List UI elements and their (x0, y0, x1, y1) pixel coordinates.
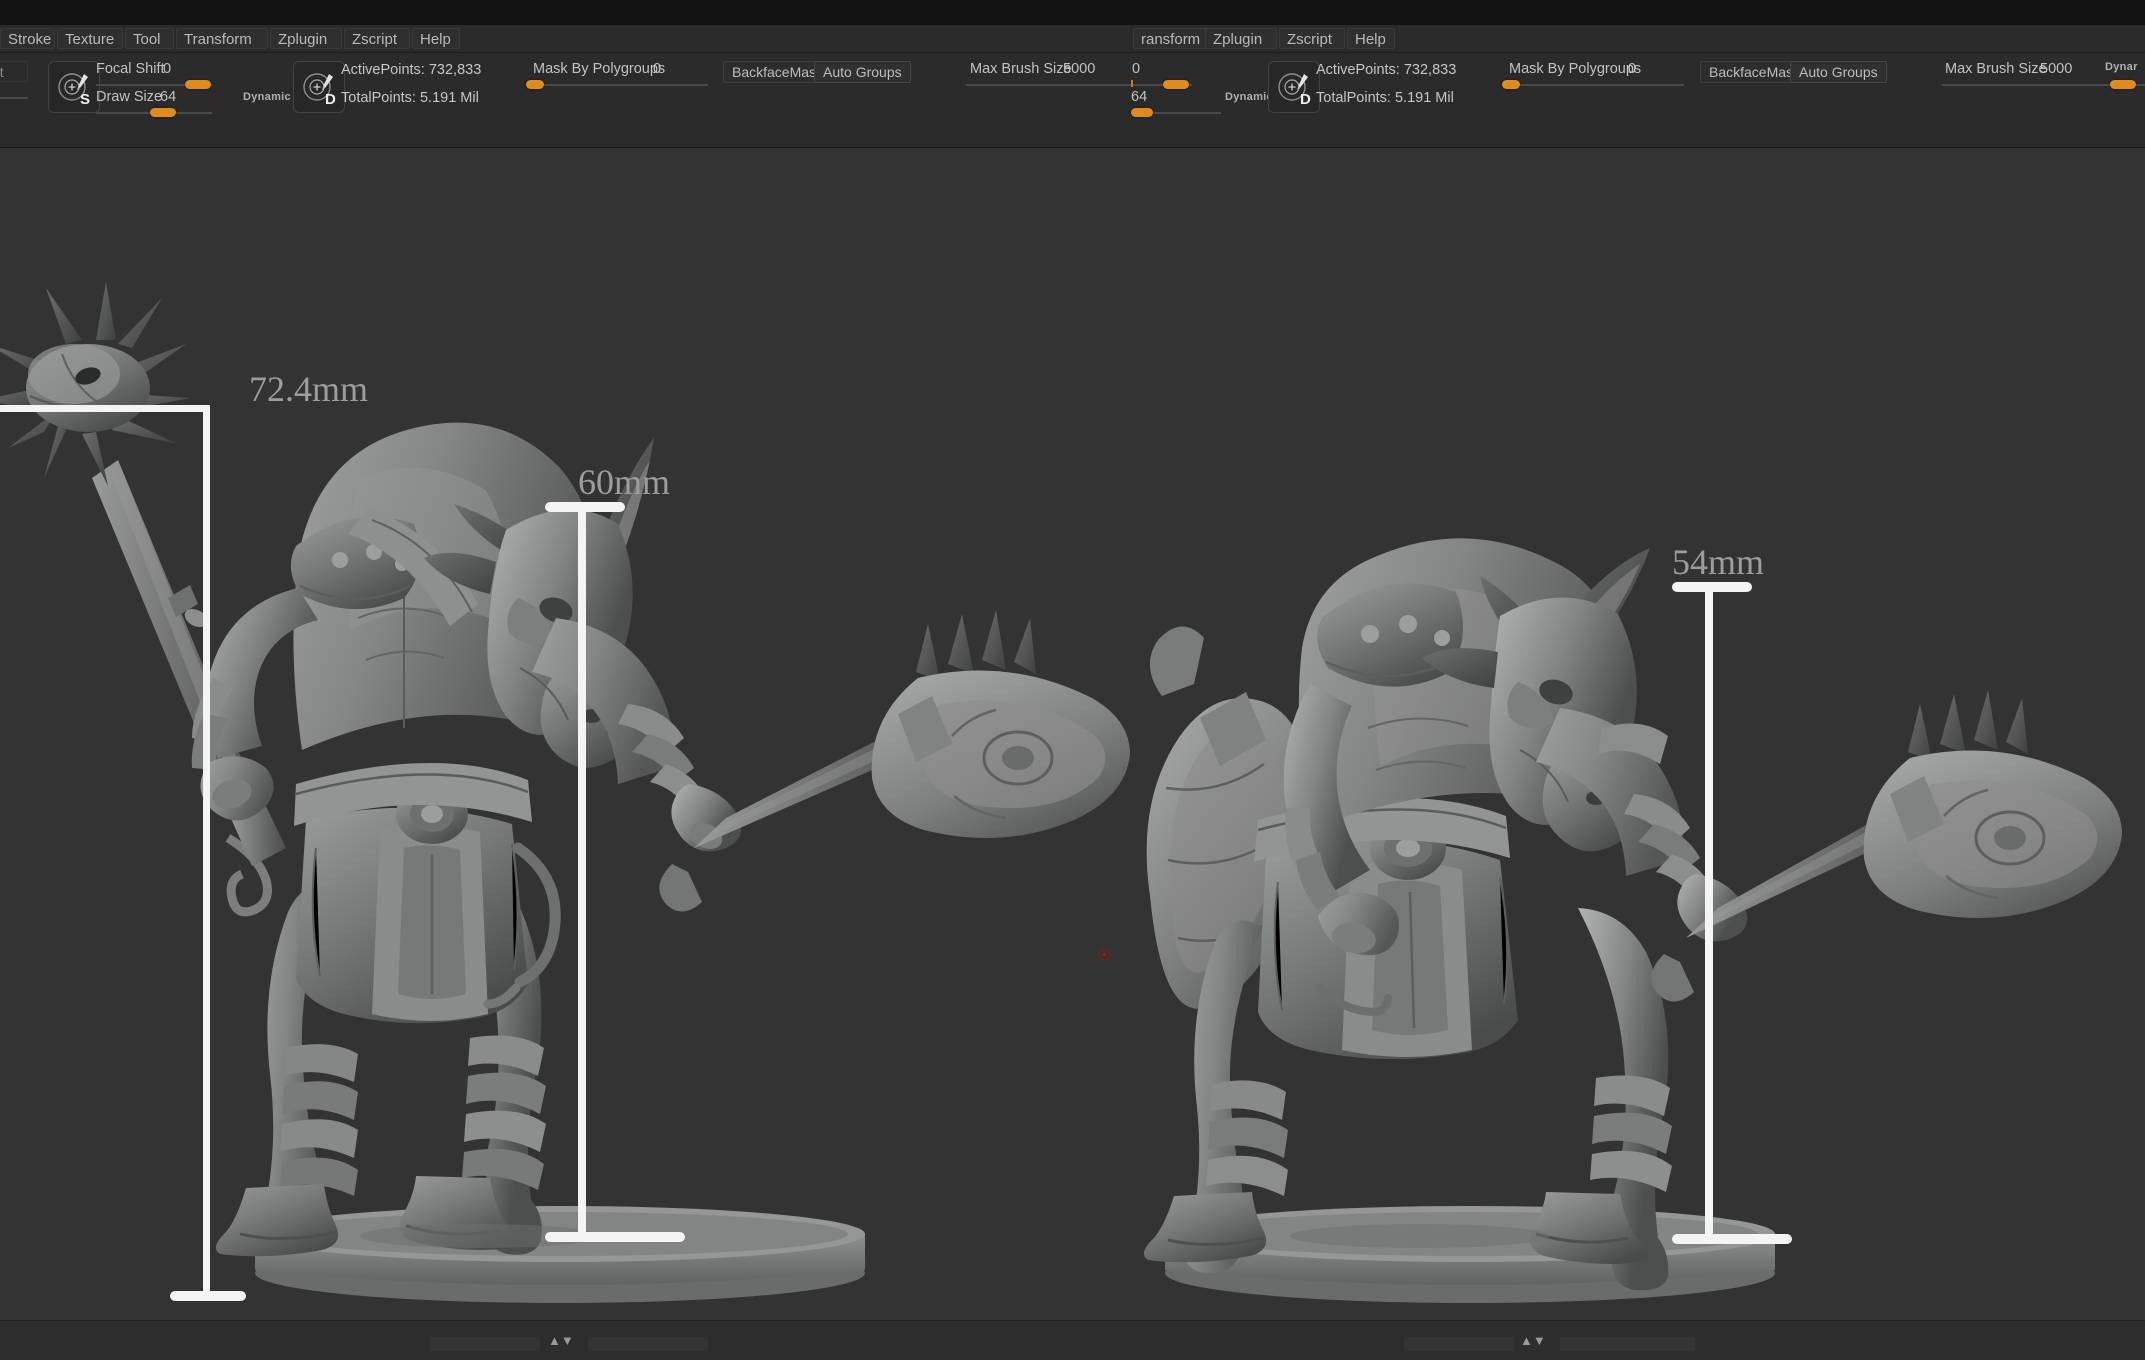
draw-size-slider-knob[interactable] (150, 108, 176, 117)
menu-item-stroke[interactable]: Stroke (0, 28, 55, 49)
slider-top-knob-b[interactable] (1163, 80, 1189, 89)
brush-glyph-icon: D (298, 66, 342, 110)
active-points-a: ActivePoints: 732,833 (341, 62, 481, 78)
scroll-nub-right-2[interactable] (1560, 1337, 1695, 1351)
mask-by-polygroups-value-a: 0 (653, 61, 661, 77)
mask-by-polygroups-label-b: Mask By Polygroups (1509, 61, 1641, 77)
focal-shift-value: 0 (163, 61, 171, 77)
max-brush-size-value-b: 5000 (1063, 61, 1095, 77)
shin-wraps-left-2 (1206, 1080, 1288, 1196)
total-points-b: TotalPoints: 5.191 Mil (1316, 90, 1454, 106)
max-brush-size-track-b[interactable] (966, 84, 1192, 86)
cursor-target-icon (1098, 948, 1111, 961)
menu-item-help[interactable]: Help (412, 28, 460, 49)
dynamic-label-b: Dynamic (1225, 91, 1273, 103)
sculpt-render (0, 148, 2145, 1320)
weapon-axe-pose01 (659, 610, 1130, 912)
measure-bottom-cap-3 (1672, 1234, 1792, 1244)
focal-shift-label: Focal Shift (96, 61, 165, 77)
slider-bottom-value-b: 64 (1131, 89, 1147, 105)
menu-item-help-right[interactable]: Help (1347, 28, 1395, 49)
measure-bottom-cap-1 (170, 1291, 246, 1301)
mask-by-polygroups-knob-b[interactable] (1502, 80, 1520, 89)
slider-bottom-knob-b[interactable] (1131, 108, 1153, 117)
brush-preview-icon-s[interactable]: S (48, 61, 100, 113)
max-brush-size-tick-b (1131, 80, 1133, 87)
scroll-arrows-2[interactable]: ▲▼ (1520, 1333, 1546, 1348)
measure-label-54mm: 54mm (1672, 541, 1764, 583)
dynamic-label-a: Dynamic (243, 91, 291, 103)
menu-item-texture[interactable]: Texture (57, 28, 123, 49)
draw-size-value: 64 (160, 89, 176, 105)
menu-bar: Stroke Texture Tool Transform Zplugin Zs… (0, 25, 2145, 53)
focal-shift-slider-knob[interactable] (185, 80, 211, 89)
measure-vertical-1 (203, 405, 210, 1296)
measure-vertical-3 (1705, 586, 1713, 1240)
weapon-axe-pose02 (1651, 690, 2122, 1002)
menu-item-zscript[interactable]: Zscript (344, 28, 410, 49)
max-brush-size-label-c: Max Brush Size (1945, 61, 2047, 77)
svg-text:D: D (1300, 91, 1311, 108)
measure-label-72-4mm: 72.4mm (249, 368, 368, 410)
max-brush-size-value-c: 5000 (2040, 61, 2072, 77)
mask-by-polygroups-knob-a[interactable] (526, 80, 544, 89)
sculpt-viewport[interactable]: 72.4mm 60mm 54mm Minotaur_Pose01 Minotau… (0, 148, 2145, 1320)
stat-preview-icon-d-b[interactable]: D (1268, 61, 1320, 113)
measure-bottom-cap-2 (545, 1232, 685, 1242)
auto-groups-button-a[interactable]: Auto Groups (814, 61, 911, 83)
model-minotaur-pose01 (0, 282, 1130, 1303)
svg-text:S: S (80, 91, 90, 108)
menu-item-tool[interactable]: Tool (125, 28, 174, 49)
total-points-a: TotalPoints: 5.191 Mil (341, 90, 479, 106)
shin-wraps-right (462, 1036, 546, 1190)
mask-by-polygroups-track-a[interactable] (528, 84, 708, 86)
shin-wraps-right-2 (1590, 1076, 1672, 1192)
mask-by-polygroups-track-b[interactable] (1504, 84, 1684, 86)
brush-glyph-icon: D (1273, 66, 1317, 110)
scroll-nub-right-1[interactable] (588, 1337, 708, 1351)
mask-by-polygroups-label-a: Mask By Polygroups (533, 61, 665, 77)
measure-vertical-2 (578, 506, 586, 1238)
max-brush-size-knob-c[interactable] (2110, 80, 2136, 89)
svg-text:D: D (325, 91, 336, 108)
menu-item-zplugin-right[interactable]: Zplugin (1205, 28, 1277, 49)
measure-top-arm-1 (0, 405, 210, 412)
draw-size-label: Draw Size (96, 89, 162, 105)
mask-by-polygroups-value-b: 0 (1628, 61, 1636, 77)
menu-item-transform-right[interactable]: ransform (1133, 28, 1213, 49)
slider-top-value-b: 0 (1132, 61, 1140, 77)
menu-item-zscript-right[interactable]: Zscript (1279, 28, 1345, 49)
menu-item-transform[interactable]: Transform (176, 28, 268, 49)
auto-groups-button-b[interactable]: Auto Groups (1790, 61, 1887, 83)
bottom-bar: ▲▼ ▲▼ (0, 1320, 2145, 1360)
active-points-b: ActivePoints: 732,833 (1316, 62, 1456, 78)
menu-item-zplugin[interactable]: Zplugin (270, 28, 342, 49)
model-minotaur-pose02 (1144, 538, 2122, 1303)
scroll-nub-left-2[interactable] (1404, 1337, 1514, 1351)
stat-preview-icon-d-a[interactable]: D (293, 61, 345, 113)
clipped-shortcut-label: cut (0, 61, 28, 82)
tool-shelf: cut S Focal Shift 0 Draw Size 64 Dynamic… (0, 53, 2145, 148)
brush-glyph-icon: S (53, 66, 97, 110)
scroll-nub-left-1[interactable] (430, 1337, 540, 1351)
max-brush-size-label-b: Max Brush Size (970, 61, 1072, 77)
clipped-slider-track[interactable] (0, 97, 28, 99)
measure-label-60mm: 60mm (578, 461, 670, 503)
title-strip (0, 0, 2145, 25)
dynamic-label-c: Dynar (2105, 61, 2138, 73)
scroll-arrows-1[interactable]: ▲▼ (548, 1333, 574, 1348)
